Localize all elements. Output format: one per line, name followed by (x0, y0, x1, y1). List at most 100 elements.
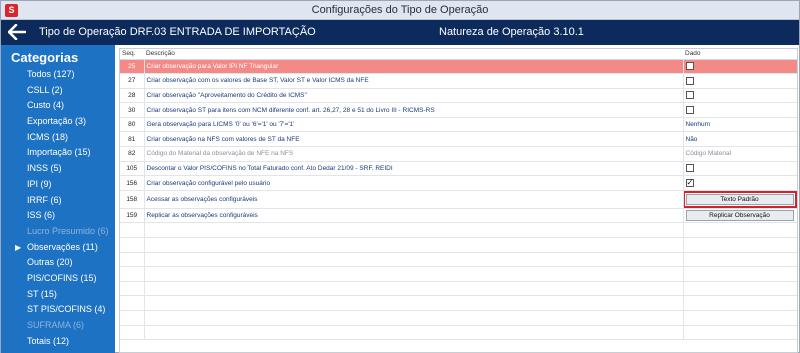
row-dado (683, 175, 797, 191)
row-description: Descontar o Valor PIS/COFINS no Total Fa… (143, 161, 684, 177)
table-row[interactable]: 159 Replicar as observações configuráveis… (120, 208, 797, 224)
row-description: Replicar as observações configuráveis (143, 208, 684, 224)
row-dado (683, 88, 797, 104)
empty-row (120, 281, 797, 297)
row-checkbox[interactable] (685, 91, 694, 100)
empty-cell (683, 281, 797, 297)
column-header-dado[interactable]: Dado (683, 49, 797, 60)
row-description: Criar observação na NFS com valores de S… (143, 131, 684, 148)
row-checkbox[interactable] (685, 164, 694, 173)
row-value[interactable]: Não (686, 136, 698, 143)
sidebar-item-label: INSS (5) (27, 163, 62, 174)
table-row[interactable]: 158 Acessar as observações configuráveis T… (120, 190, 797, 209)
row-checkbox[interactable] (685, 76, 694, 85)
sidebar-item-9[interactable]: ISS (6) (1, 208, 115, 224)
empty-row (120, 237, 797, 253)
selected-arrow-icon: ▶ (15, 242, 22, 252)
sidebar-item-label: Observações (11) (27, 241, 98, 252)
row-description: Criar observação "Aproveitamento do Créd… (143, 88, 684, 104)
row-seq: 30 (120, 102, 144, 118)
row-dado: Nenhum (683, 117, 797, 133)
table-row[interactable]: 105 Descontar o Valor PIS/COFINS no Total… (120, 161, 797, 177)
table-row[interactable]: 28 Criar observação "Aproveitamento do Cr… (120, 88, 797, 104)
default-text-button[interactable]: Texto Padrão (685, 193, 794, 205)
sidebar-item-1[interactable]: CSLL (2) (1, 83, 115, 99)
row-description: Criar observação com os valores de Base … (143, 73, 684, 89)
empty-cell (143, 252, 684, 268)
title-bar: S Configurações do Tipo de Operação (1, 1, 799, 20)
operation-type: Tipo de Operação DRF.03 ENTRADA DE IMPOR… (39, 26, 316, 38)
row-description: Criar observação ST para itens com NCM d… (143, 102, 684, 118)
sidebar-item-14[interactable]: ST (15) (1, 287, 115, 303)
operation-header: Tipo de Operação DRF.03 ENTRADA DE IMPOR… (1, 20, 799, 45)
sidebar-item-label: Exportação (3) (27, 116, 87, 127)
row-description: Acessar as observações configuráveis (143, 190, 684, 209)
table-row[interactable]: 30 Criar observação ST para itens com NCM… (120, 102, 797, 118)
empty-cell (683, 266, 797, 282)
empty-cell (143, 325, 684, 341)
sidebar-item-7[interactable]: IPI (9) (1, 177, 115, 193)
back-arrow-icon[interactable] (8, 24, 26, 40)
row-description: Criar observação configurável pelo usuár… (143, 175, 684, 191)
row-checkbox[interactable] (685, 106, 694, 115)
sidebar-item-3[interactable]: Exportação (3) (1, 114, 115, 130)
sidebar-item-0[interactable]: Todos (127) (1, 67, 115, 83)
table-row[interactable]: 80 Gera observação para LICMS '0' ou '6'=… (120, 117, 797, 133)
empty-cell (143, 310, 684, 326)
sidebar-item-label: Custo (4) (27, 100, 65, 111)
empty-cell (120, 252, 144, 268)
empty-cell (683, 252, 797, 268)
row-description: Código do Material da observação de NFE … (143, 146, 684, 162)
row-value[interactable]: Código Material (686, 150, 732, 157)
row-description: Gera observação para LICMS '0' ou '6'='1… (143, 117, 684, 133)
highlight-frame: Texto Padrão (683, 190, 797, 208)
operation-code: Tipo de Operação DRF.03 (39, 26, 167, 38)
sidebar-item-label: Importação (15) (27, 147, 91, 158)
sidebar-item-17[interactable]: Totais (12) (1, 334, 115, 350)
sidebar-item-13[interactable]: PIS/COFINS (15) (1, 271, 115, 287)
row-seq: 27 (120, 73, 144, 89)
row-seq: 159 (120, 208, 144, 224)
sidebar-item-label: ICMS (18) (27, 131, 69, 142)
sidebar-item-8[interactable]: IRRF (6) (1, 193, 115, 209)
empty-row (120, 266, 797, 282)
categories-sidebar: Categorias Todos (127) CSLL (2) Custo (4) E… (1, 45, 115, 353)
replicate-observation-button[interactable]: Replicar Observação (685, 210, 794, 222)
empty-cell (683, 237, 797, 253)
row-dado (683, 59, 797, 75)
column-header-seq[interactable]: Seq. (120, 49, 144, 60)
category-list: Todos (127) CSLL (2) Custo (4) Exportação (… (1, 67, 115, 349)
table-header-row: Seq. Descrição Dado (120, 49, 797, 60)
sidebar-item-15[interactable]: ST PIS/COFINS (4) (1, 302, 115, 318)
row-checkbox[interactable] (685, 178, 694, 188)
sidebar-item-label: Totais (12) (27, 335, 70, 346)
row-checkbox[interactable] (685, 62, 694, 71)
empty-cell (120, 266, 144, 282)
sidebar-item-2[interactable]: Custo (4) (1, 98, 115, 114)
empty-cell (120, 325, 144, 341)
table-row[interactable]: 82 Código do Material da observação de NF… (120, 146, 797, 162)
sidebar-item-label: ST PIS/COFINS (4) (27, 304, 106, 315)
sidebar-item-label: SUFRAMA (6) (27, 320, 85, 330)
sidebar-item-6[interactable]: INSS (5) (1, 161, 115, 177)
empty-row (120, 222, 797, 239)
settings-table: Seq. Descrição Dado 25 Criar observação p… (120, 49, 797, 341)
sidebar-item-4[interactable]: ICMS (18) (1, 130, 115, 146)
table-row[interactable]: 81 Criar observação na NFS com valores de… (120, 131, 797, 148)
configuration-window: S Configurações do Tipo de Operação Tipo… (0, 0, 800, 353)
table-row[interactable]: 156 Criar observação configurável pelo us… (120, 175, 797, 191)
sidebar-item-5[interactable]: Importação (15) (1, 145, 115, 161)
row-dado: Não (683, 131, 797, 148)
row-value[interactable]: Nenhum (686, 121, 711, 128)
sidebar-item-10: Lucro Presumido (6) (1, 224, 115, 240)
row-seq: 82 (120, 146, 144, 162)
sidebar-item-12[interactable]: Outras (20) (1, 255, 115, 271)
column-header-description[interactable]: Descrição (144, 49, 683, 60)
table-row[interactable]: 27 Criar observação com os valores de Bas… (120, 73, 797, 89)
sidebar-item-11[interactable]: ▶ Observações (11) (1, 240, 115, 256)
table-row[interactable]: 25 Criar observação para Valor IPI NF Tri… (120, 59, 797, 75)
row-dado (683, 102, 797, 118)
sidebar-item-label: Outras (20) (27, 257, 73, 268)
empty-cell (143, 237, 684, 253)
empty-cell (120, 237, 144, 253)
